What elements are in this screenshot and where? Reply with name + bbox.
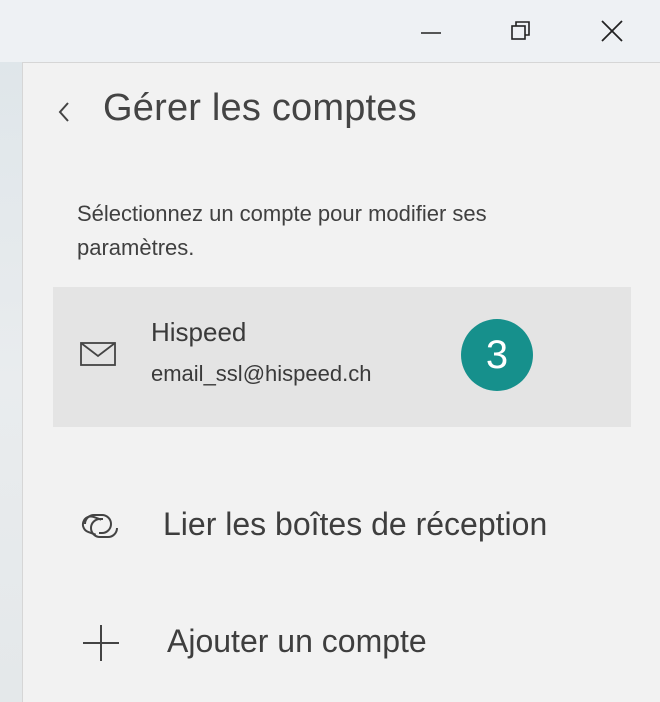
instruction-text: Sélectionnez un compte pour modifier ses…	[77, 201, 487, 260]
window-titlebar	[0, 0, 660, 62]
manage-accounts-panel: Gérer les comptes Sélectionnez un compte…	[22, 62, 660, 702]
close-button[interactable]	[589, 8, 635, 54]
step-number-badge: 3	[461, 319, 533, 391]
add-account-label: Ajouter un compte	[167, 623, 427, 659]
account-item-hispeed[interactable]: Hispeed email_ssl@hispeed.ch 3	[53, 287, 631, 427]
minimize-button[interactable]	[408, 8, 454, 54]
link-inboxes-label: Lier les boîtes de réception	[163, 506, 548, 542]
mail-envelope-icon	[80, 342, 116, 366]
restore-icon	[511, 21, 530, 40]
chevron-left-icon	[58, 102, 69, 122]
desktop-background	[0, 60, 24, 702]
close-icon	[601, 20, 623, 42]
page-title: Gérer les comptes	[103, 87, 417, 129]
account-name: Hispeed	[151, 317, 247, 347]
add-account-button[interactable]: Ajouter un compte	[53, 605, 631, 681]
link-icon	[81, 514, 118, 538]
minimize-icon	[421, 32, 441, 34]
account-email: email_ssl@hispeed.ch	[151, 361, 372, 386]
link-inboxes-button[interactable]: Lier les boîtes de réception	[53, 488, 631, 564]
restore-button[interactable]	[498, 8, 544, 54]
plus-icon	[83, 625, 119, 661]
back-button[interactable]	[51, 97, 77, 127]
